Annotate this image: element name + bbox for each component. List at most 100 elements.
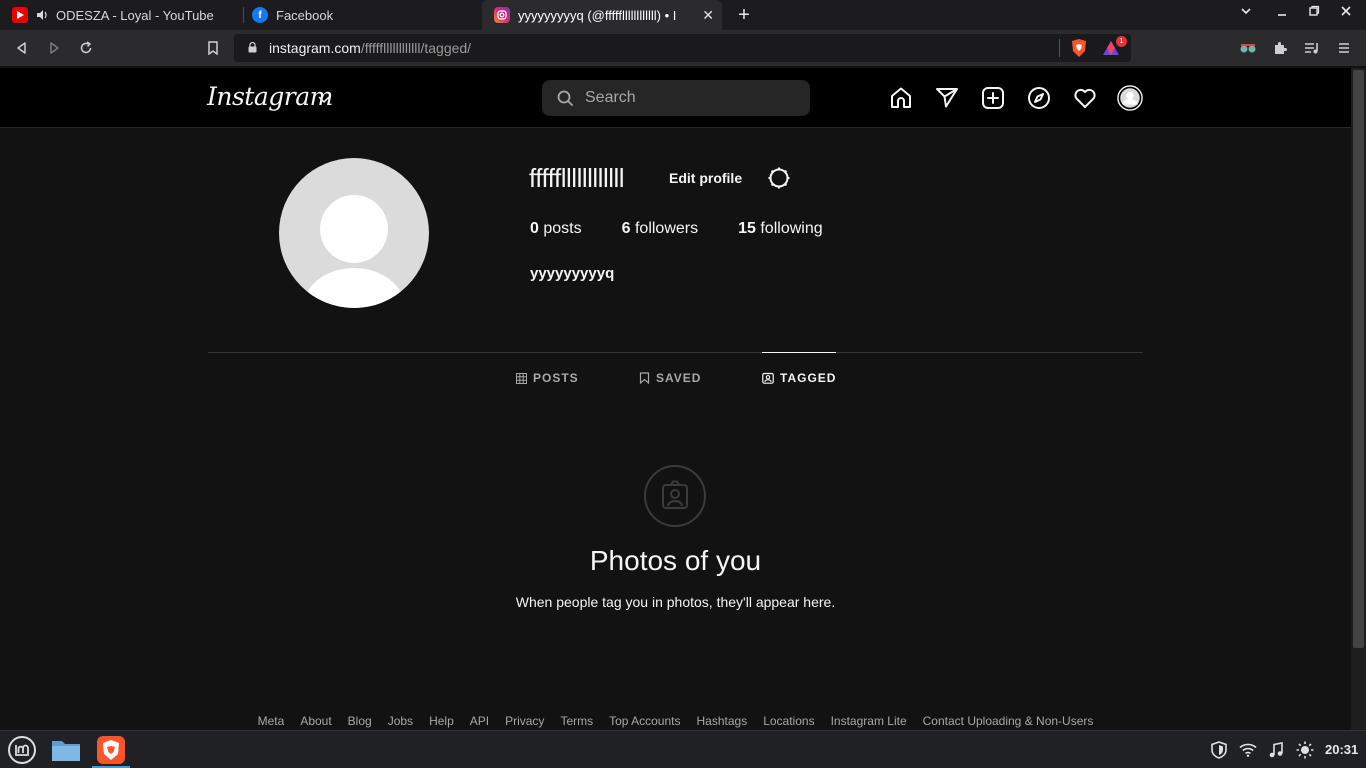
activity-heart-icon[interactable] (1072, 85, 1098, 111)
extensions-puzzle-icon[interactable] (1270, 38, 1290, 58)
system-clock[interactable]: 20:31 (1325, 742, 1358, 757)
tab-instagram[interactable]: yyyyyyyyyq (@fffffllllllllllll) • I ✕ (482, 0, 722, 30)
files-folder-icon[interactable] (49, 734, 83, 766)
footer-link[interactable]: Blog (348, 714, 372, 728)
browser-menu-icon[interactable] (1334, 38, 1354, 58)
tab-posts[interactable]: POSTS (516, 371, 579, 385)
brave-browser-icon[interactable] (94, 734, 128, 766)
search-box[interactable] (542, 80, 810, 116)
profile-username: fffffllllllllllll (529, 163, 625, 193)
youtube-icon (12, 7, 28, 23)
profile-avatar[interactable] (279, 158, 429, 308)
following-label: following (760, 220, 823, 237)
new-post-icon[interactable] (980, 85, 1006, 111)
profile-stats: 0 posts 6 followers 15 following (530, 220, 863, 238)
footer-link[interactable]: About (300, 714, 331, 728)
bookmark-icon (639, 372, 650, 384)
followers-stat[interactable]: 6 followers (622, 220, 699, 238)
empty-state-subtitle: When people tag you in photos, they'll a… (515, 594, 836, 610)
url-text: instagram.com/fffffllllllllllll/tagged/ (269, 40, 471, 56)
forward-icon[interactable] (44, 38, 64, 58)
bookmark-icon[interactable] (203, 38, 223, 58)
media-playlist-icon[interactable] (1302, 38, 1322, 58)
url-path: /fffffllllllllllll/tagged/ (360, 40, 472, 56)
tab-title: ODESZA - Loyal - YouTube (56, 7, 214, 23)
footer-link[interactable]: Locations (763, 714, 814, 728)
new-tab-button[interactable]: + (734, 3, 754, 27)
following-count: 15 (738, 220, 756, 237)
tab-facebook[interactable]: f Facebook (240, 0, 480, 30)
profile-avatar-icon[interactable] (1117, 85, 1143, 111)
close-window-icon[interactable] (1337, 5, 1355, 20)
instagram-header: Instagram (0, 68, 1351, 128)
omnibox-divider (1059, 39, 1060, 57)
followers-label: followers (634, 220, 699, 237)
maximize-icon[interactable] (1305, 5, 1323, 20)
chevron-down-icon[interactable] (318, 91, 330, 109)
footer-link[interactable]: Jobs (388, 714, 413, 728)
home-icon[interactable] (888, 85, 914, 111)
reload-icon[interactable] (76, 38, 96, 58)
footer-link[interactable]: Help (429, 714, 454, 728)
footer-link[interactable]: Meta (258, 714, 285, 728)
page-scrollbar[interactable] (1351, 68, 1366, 730)
mint-menu-icon[interactable] (5, 734, 39, 766)
explore-compass-icon[interactable] (1026, 85, 1052, 111)
rewards-badge: 1 (1116, 36, 1127, 47)
direct-messages-icon[interactable] (934, 85, 960, 111)
brightness-icon[interactable] (1296, 741, 1314, 759)
empty-state-title: Photos of you (589, 545, 762, 576)
music-note-icon[interactable] (1267, 741, 1285, 759)
tab-tagged[interactable]: TAGGED (762, 352, 837, 385)
footer-link[interactable]: Top Accounts (609, 714, 680, 728)
tab-title: Facebook (276, 7, 334, 23)
browser-toolbar: instagram.com/fffffllllllllllll/tagged/ … (0, 30, 1366, 67)
desktop-taskbar: 20:31 (0, 730, 1366, 768)
brave-shields-icon[interactable] (1070, 38, 1088, 58)
footer-links: Meta About Blog Jobs Help API Privacy Te… (0, 714, 1351, 728)
scrollbar-thumb[interactable] (1353, 70, 1364, 648)
browser-tab-strip: ODESZA - Loyal - YouTube f Facebook yyyy… (0, 0, 1366, 30)
minimize-icon[interactable] (1273, 5, 1291, 20)
posts-count: 0 (530, 220, 539, 237)
tab-posts-label: POSTS (533, 371, 579, 385)
tab-tagged-label: TAGGED (780, 371, 837, 385)
posts-stat: 0 posts (530, 220, 582, 238)
instagram-logo[interactable]: Instagram (207, 82, 333, 111)
instagram-favicon-icon (494, 7, 510, 23)
tab-title: yyyyyyyyyq (@fffffllllllllllll) • I (518, 7, 677, 23)
posts-label: posts (543, 220, 582, 237)
facebook-icon: f (252, 7, 268, 23)
footer-link[interactable]: Instagram Lite (831, 714, 907, 728)
close-tab-icon[interactable]: ✕ (702, 7, 714, 24)
grid-icon (516, 372, 527, 384)
footer-link[interactable]: Privacy (505, 714, 544, 728)
brave-rewards-icon[interactable]: 1 (1102, 36, 1127, 59)
following-stat[interactable]: 15 following (738, 220, 823, 238)
tab-youtube[interactable]: ODESZA - Loyal - YouTube (0, 0, 242, 30)
footer-link[interactable]: Hashtags (697, 714, 748, 728)
footer-link[interactable]: Contact Uploading & Non-Users (923, 714, 1094, 728)
search-input[interactable] (585, 86, 795, 110)
tab-search-chevron-icon[interactable] (1237, 5, 1255, 20)
speaker-icon[interactable] (36, 9, 48, 21)
tagged-person-icon (762, 372, 774, 384)
footer-link[interactable]: Terms (560, 714, 593, 728)
edit-profile-button[interactable]: Edit profile (659, 164, 752, 192)
followers-count: 6 (621, 220, 631, 237)
shield-update-icon[interactable] (1210, 741, 1228, 759)
back-icon[interactable] (12, 38, 32, 58)
tab-saved-label: SAVED (656, 371, 702, 385)
wifi-icon[interactable] (1239, 741, 1257, 759)
url-host: instagram.com (269, 40, 361, 56)
lock-icon (248, 42, 257, 53)
avatar-head-shape (320, 195, 388, 263)
settings-gear-icon[interactable] (766, 165, 792, 191)
search-icon (557, 90, 573, 106)
tab-saved[interactable]: SAVED (639, 371, 701, 385)
extension-avatar-icon[interactable] (1238, 38, 1258, 58)
footer-link[interactable]: API (470, 714, 489, 728)
address-bar[interactable]: instagram.com/fffffllllllllllll/tagged/ … (234, 34, 1131, 62)
avatar-body-shape (303, 268, 405, 308)
profile-full-name: yyyyyyyyyq (530, 265, 615, 282)
